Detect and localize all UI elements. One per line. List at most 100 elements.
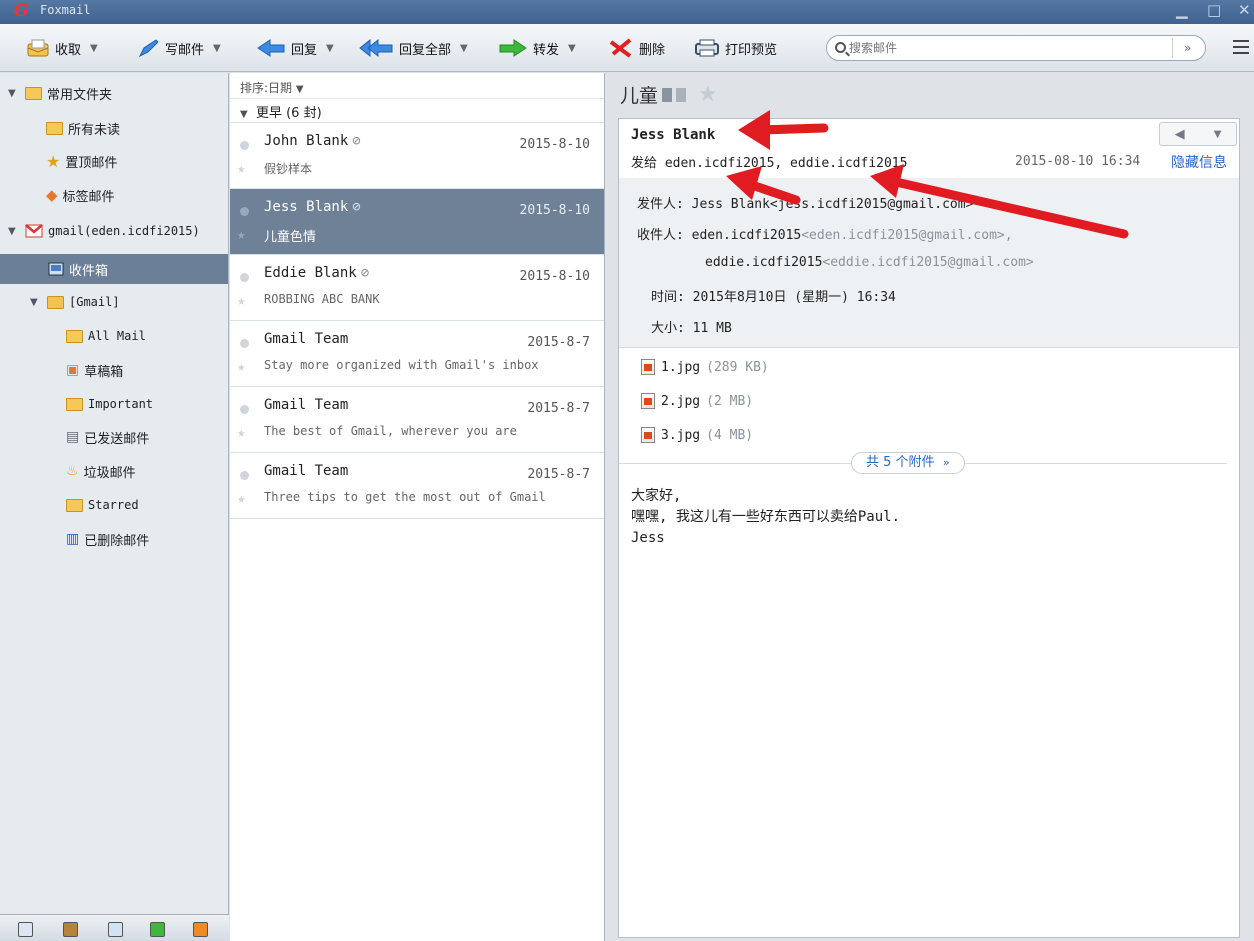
unread-dot-icon[interactable] [240,405,249,414]
folder-tagged[interactable]: ◆ 标签邮件 [46,180,115,210]
list-item[interactable]: ★ Gmail Team 2015-8-7 The best of Gmail,… [230,387,604,453]
folder-unread[interactable]: 所有未读 [46,113,120,143]
folder-all-mail[interactable]: All Mail [66,321,146,351]
sender: Eddie Blank [264,265,357,281]
toolbar: 收取 ▼ 写邮件 ▼ 回复 ▼ 回复全部 ▼ 转发 ▼ 删除 打印预览 » [0,24,1254,72]
recipient2-name[interactable]: eddie.icdfi2015 [705,255,822,270]
pen-icon [138,39,159,58]
calendar-module-icon[interactable] [108,922,123,937]
star-icon[interactable]: ★ [237,359,245,375]
group-header[interactable]: ▼ 更早 (6 封) [230,99,604,123]
collapse-arrow-icon[interactable]: ▼ [8,226,20,237]
receive-button[interactable]: 收取 ▼ [26,36,98,60]
star-icon[interactable]: ★ [237,491,245,507]
folder-unread-label: 所有未读 [68,122,121,138]
from-name[interactable]: Jess Blank [631,127,715,143]
minimize-icon[interactable]: ▁ [1176,1,1188,19]
reply-label: 回复 [291,42,318,58]
unread-dot-icon[interactable] [240,339,249,348]
recipient1-name[interactable]: eden.icdfi2015 [692,228,802,243]
message-date: 2015-8-10 [519,137,590,152]
notes-module-icon[interactable] [150,922,165,937]
sender: John Blank [264,133,349,149]
unread-dot-icon[interactable] [240,141,249,150]
subject: The best of Gmail, wherever you are [264,424,517,438]
search-options-icon[interactable]: » [1172,38,1202,58]
trash-icon: ▥ [66,531,80,547]
unread-dot-icon[interactable] [240,273,249,282]
reply-all-label: 回复全部 [399,42,452,58]
attachment-name: 3.jpg [661,427,701,443]
folder-icon [46,121,63,135]
search-input[interactable] [849,40,1169,56]
folder-gmail-group[interactable]: ▼ [Gmail] [30,287,120,317]
folder-common[interactable]: ▼ 常用文件夹 [8,78,112,108]
sort-bar[interactable]: 排序:日期 ▼ [230,73,604,99]
list-item[interactable]: ★ Eddie Blank ⊘ 2015-8-10 ROBBING ABC BAN… [230,255,604,321]
star-icon[interactable]: ★ [237,293,245,309]
reply-all-button[interactable]: 回复全部 ▼ [358,36,468,60]
folder-sent[interactable]: ▤ 已发送邮件 [66,422,149,452]
maximize-icon[interactable]: □ [1207,1,1221,19]
folder-gmail-label: [Gmail] [69,295,120,309]
delete-button[interactable]: 删除 [608,36,665,60]
unread-dot-icon[interactable] [240,207,249,216]
quick-reply-icon[interactable]: ◀ [1175,127,1185,142]
folder-starred[interactable]: Starred [66,490,139,520]
folder-spam[interactable]: ♨ 垃圾邮件 [66,456,136,486]
message-body: 大家好, 嘿嘿, 我这儿有一些好东西可以卖给Paul. Jess [631,486,900,549]
sort-label: 排序:日期 [240,81,293,95]
folder-important-label: Important [88,397,154,411]
contacts-module-icon[interactable] [63,922,78,937]
list-item[interactable]: ★ John Blank ⊘ 2015-8-10 假钞样本 [230,123,604,189]
attachment-item[interactable]: 1.jpg (289 KB) [641,359,769,375]
collapse-arrow-icon[interactable]: ▼ [8,88,20,99]
folder-drafts[interactable]: ▣ 草稿箱 [66,355,123,385]
quick-reply-buttons[interactable]: ◀ ▼ [1159,122,1237,146]
chevron-down-icon[interactable]: ▼ [1214,129,1222,140]
list-item[interactable]: ★ Gmail Team 2015-8-7 Three tips to get … [230,453,604,519]
reading-pane: 儿童 ★ Jess Blank ◀ ▼ 发给 eden.icdfi2015, ed… [606,73,1254,941]
receive-dropdown-icon[interactable]: ▼ [90,43,98,54]
mail-module-icon[interactable] [18,922,33,937]
forward-button[interactable]: 转发 ▼ [498,36,576,60]
sender-value[interactable]: Jess Blank<jess.icdfi2015@gmail.com> [692,197,974,212]
compose-button[interactable]: 写邮件 ▼ [138,36,221,60]
compose-dropdown-icon[interactable]: ▼ [213,43,221,54]
print-preview-button[interactable]: 打印预览 [694,36,777,60]
hide-info-link[interactable]: 隐藏信息 [1171,152,1227,172]
reply-all-dropdown-icon[interactable]: ▼ [460,43,468,54]
message-card: Jess Blank ◀ ▼ 发给 eden.icdfi2015, eddie.i… [618,118,1240,938]
collapse-arrow-icon[interactable]: ▼ [30,297,42,308]
account-gmail[interactable]: ▼ gmail(eden.icdfi2015) [8,216,200,246]
list-item-selected[interactable]: ★ Jess Blank ⊘ 2015-8-10 儿童色情 [230,189,604,255]
folder-pinned[interactable]: ★ 置顶邮件 [46,146,117,176]
attachment-item[interactable]: 3.jpg (4 MB) [641,427,753,443]
attachment-size: (2 MB) [706,393,754,409]
attachment-item[interactable]: 2.jpg (2 MB) [641,393,753,409]
reply-button[interactable]: 回复 ▼ [256,36,334,60]
forward-dropdown-icon[interactable]: ▼ [568,43,576,54]
folder-trash[interactable]: ▥ 已删除邮件 [66,524,149,554]
star-icon[interactable]: ★ [237,161,245,177]
sender: Gmail Team [264,397,349,413]
attachment-summary-toggle[interactable]: 共 5 个附件 » [851,452,965,474]
message-subject-heading: 儿童 ★ [620,81,718,108]
main-menu-icon[interactable] [1233,40,1249,54]
unread-dot-icon[interactable] [240,471,249,480]
star-icon[interactable]: ★ [698,82,718,107]
folder-inbox[interactable]: 收件箱 [0,254,228,284]
rss-module-icon[interactable] [193,922,208,937]
folder-tagged-label: 标签邮件 [62,189,115,205]
folder-important[interactable]: Important [66,389,153,419]
app-title: Foxmail [40,3,91,17]
size-label: 大小: [651,321,685,336]
reply-dropdown-icon[interactable]: ▼ [326,43,334,54]
list-item[interactable]: ★ Gmail Team 2015-8-7 Stay more organize… [230,321,604,387]
collapse-arrow-icon[interactable]: ▼ [240,109,248,120]
close-icon[interactable]: ✕ [1238,1,1251,19]
search-box[interactable]: » [826,35,1206,61]
star-icon[interactable]: ★ [237,227,245,243]
star-icon[interactable]: ★ [237,425,245,441]
receive-label: 收取 [55,42,82,58]
